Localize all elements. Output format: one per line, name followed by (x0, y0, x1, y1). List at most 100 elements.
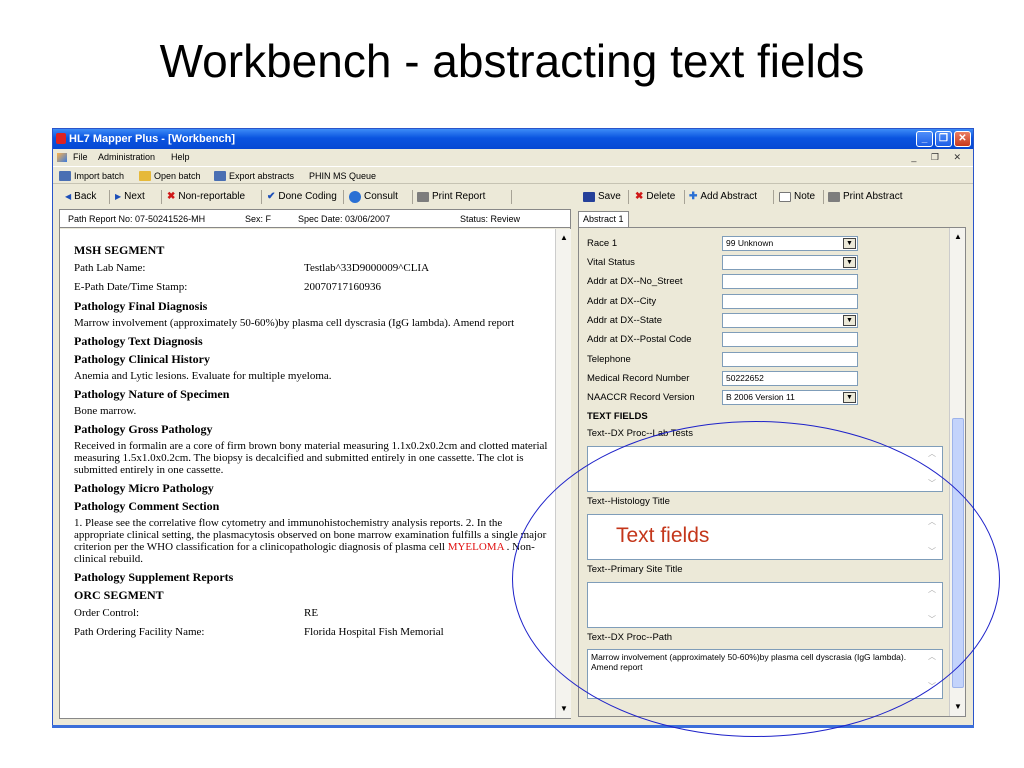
toolbar-separator (628, 190, 629, 204)
chevron-down-icon[interactable]: ▼ (843, 392, 856, 403)
batch-toolbar: Import batch Open batch Export abstracts… (53, 166, 973, 184)
naaccr-label: NAACCR Record Version (587, 392, 695, 403)
tab-abstract-1[interactable]: Abstract 1 (578, 211, 629, 227)
state-row: Addr at DX--State (587, 313, 662, 329)
city-field[interactable] (722, 294, 858, 309)
state-select[interactable]: ▼ (722, 313, 858, 328)
street-field[interactable] (722, 274, 858, 289)
naaccr-row: NAACCR Record Version (587, 390, 695, 406)
menu-file[interactable]: File (73, 149, 88, 166)
back-arrow-icon: ◀ (65, 192, 72, 201)
chevron-down-icon[interactable]: ▼ (843, 238, 856, 249)
lab-tests-textarea[interactable]: ︿ ﹀ (587, 446, 943, 492)
maximize-button[interactable]: ❐ (935, 131, 952, 147)
scroll-up-icon[interactable]: ▲ (951, 230, 965, 244)
telephone-row: Telephone (587, 352, 631, 368)
scrollbar-thumb[interactable] (952, 418, 964, 688)
lab-tests-row: Text--DX Proc--Lab Tests (587, 426, 693, 442)
minimize-button[interactable]: _ (916, 131, 933, 147)
chevron-down-icon[interactable]: ▼ (843, 257, 856, 268)
print-report-button[interactable]: Print Report (417, 186, 485, 208)
textarea-scrollbar[interactable]: ︿ ﹀ (928, 652, 940, 692)
note-label: Note (794, 191, 816, 202)
textarea-scrollbar[interactable]: ︿ ﹀ (928, 585, 940, 625)
section-heading: Pathology Nature of Specimen (74, 387, 230, 401)
comment-section-text: 1. Please see the correlative flow cytom… (74, 517, 555, 565)
report-status: Status: Review (460, 214, 521, 224)
race-label: Race 1 (587, 238, 618, 249)
primary-site-textarea[interactable]: ︿ ﹀ (587, 582, 943, 628)
section-heading: Pathology Final Diagnosis (74, 299, 208, 313)
close-button[interactable]: ✕ (954, 131, 971, 147)
dx-path-textarea[interactable]: Marrow involvement (approximately 50-60%… (587, 649, 943, 699)
consult-label: Consult (364, 191, 398, 202)
field-value: Florida Hospital Fish Memorial (304, 626, 444, 638)
add-abstract-button[interactable]: ✚ Add Abstract (689, 186, 757, 208)
menu-help[interactable]: Help (171, 149, 190, 166)
menu-administration[interactable]: Administration (98, 149, 155, 166)
final-diagnosis-text: Marrow involvement (approximately 50-60%… (74, 317, 515, 329)
scroll-down-icon[interactable]: ▼ (951, 700, 965, 714)
abstract-panel: Abstract 1 Race 1 99 Unknown ▼ Vital Stat… (578, 209, 968, 719)
patient-sex: Sex: F (245, 214, 272, 224)
postal-field[interactable] (722, 332, 858, 347)
dx-path-value: Marrow involvement (approximately 50-60%… (591, 652, 907, 672)
next-arrow-icon: ▶ (115, 192, 122, 201)
telephone-field[interactable] (722, 352, 858, 367)
back-label: Back (74, 191, 97, 202)
toolbar-separator (684, 190, 685, 204)
textarea-scrollbar[interactable]: ︿ ﹀ (928, 517, 940, 557)
field-key: Path Ordering Facility Name: (74, 626, 205, 638)
field-key: E-Path Date/Time Stamp: (74, 281, 188, 293)
toolbar-separator (773, 190, 774, 204)
window-titlebar[interactable]: HL7 Mapper Plus - [Workbench] _ ❐ ✕ (53, 129, 973, 149)
non-reportable-button[interactable]: ✖ Non-reportable (167, 186, 245, 208)
postal-row: Addr at DX--Postal Code (587, 332, 692, 348)
histology-row: Text--Histology Title (587, 494, 670, 510)
textarea-scrollbar[interactable]: ︿ ﹀ (928, 449, 940, 489)
chevron-down-icon[interactable]: ▼ (843, 315, 856, 326)
mrn-value: 50222652 (726, 373, 764, 383)
specimen-date: Spec Date: 03/06/2007 (298, 214, 391, 224)
printer-icon (417, 192, 429, 202)
scroll-up-icon[interactable]: ▲ (557, 231, 571, 245)
vital-status-select[interactable]: ▼ (722, 255, 858, 270)
text-fields-callout: Text fields (616, 524, 710, 547)
race-select[interactable]: 99 Unknown ▼ (722, 236, 858, 251)
toolbar-separator (109, 190, 110, 204)
save-label: Save (598, 191, 621, 202)
city-label: Addr at DX--City (587, 296, 657, 307)
mrn-label: Medical Record Number (587, 373, 690, 384)
dx-path-row: Text--DX Proc--Path (587, 630, 672, 646)
import-batch-button[interactable]: Import batch (59, 167, 124, 185)
mrn-field[interactable]: 50222652 (722, 371, 858, 386)
report-scrollbar[interactable]: ▲ ▼ (555, 229, 571, 718)
naaccr-select[interactable]: B 2006 Version 11 ▼ (722, 390, 858, 405)
field-value: RE (304, 607, 319, 619)
delete-button[interactable]: ✖ Delete (635, 186, 675, 208)
print-abstract-button[interactable]: Print Abstract (828, 186, 902, 208)
abstract-scrollbar[interactable]: ▲ ▼ (949, 228, 965, 716)
open-batch-button[interactable]: Open batch (139, 167, 201, 185)
path-report-text[interactable]: MSH SEGMENT Path Lab Name: Testlab^33D900… (60, 229, 555, 718)
path-report-header: Path Report No: 07-50241526-MH Sex: F Sp… (60, 210, 570, 228)
non-reportable-label: Non-reportable (178, 191, 246, 202)
back-button[interactable]: ◀ Back (65, 186, 96, 208)
save-button[interactable]: Save (583, 186, 621, 208)
next-button[interactable]: ▶ Next (115, 186, 145, 208)
export-abstracts-button[interactable]: Export abstracts (214, 167, 294, 185)
mdi-window-controls[interactable]: _ ❐ ✕ (911, 149, 967, 166)
city-row: Addr at DX--City (587, 294, 656, 310)
mdi-document-icon[interactable] (57, 153, 67, 162)
done-coding-button[interactable]: ✔ Done Coding (267, 186, 337, 208)
printer-icon (828, 192, 840, 202)
phin-ms-queue-button[interactable]: PHIN MS Queue (309, 167, 376, 185)
section-heading: Pathology Gross Pathology (74, 422, 213, 436)
note-icon (779, 192, 791, 202)
race-value: 99 Unknown (726, 238, 774, 248)
consult-button[interactable]: Consult (349, 186, 398, 208)
scroll-down-icon[interactable]: ▼ (557, 702, 571, 716)
section-heading: Pathology Comment Section (74, 499, 220, 513)
note-button[interactable]: Note (779, 186, 815, 208)
histology-label: Text--Histology Title (587, 496, 670, 507)
